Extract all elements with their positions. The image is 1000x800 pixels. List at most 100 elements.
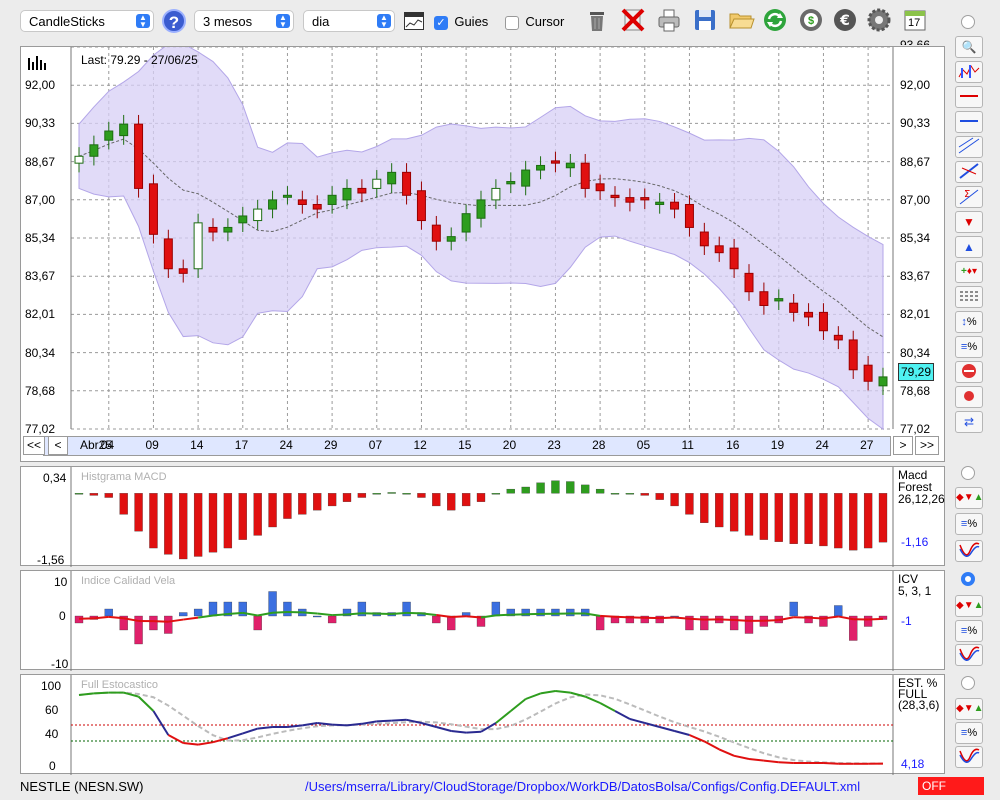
stochastic-panel[interactable]: Full Estocastico EST. % FULL (28,3,6) 4,… — [20, 674, 945, 775]
icv-y-top: 10 — [54, 575, 68, 589]
guides-checkbox[interactable]: ✓ Guies — [434, 14, 488, 30]
macd-y-top: 0,34 — [43, 471, 67, 485]
icv-bar — [313, 615, 322, 618]
oscillator-icon[interactable] — [955, 746, 983, 768]
candle-type-icon[interactable] — [955, 61, 983, 83]
oscillator-icon[interactable] — [955, 540, 983, 562]
candle — [729, 247, 739, 270]
period-select[interactable]: 3 mesos ▲ ▼ — [194, 10, 294, 32]
icv-line-segment — [227, 611, 243, 615]
channel-icon[interactable] — [955, 136, 983, 158]
arrow-down-red-icon[interactable]: ▼ — [955, 211, 983, 233]
print-icon[interactable] — [655, 6, 683, 34]
candle — [684, 203, 694, 228]
checkbox-checked-icon: ✓ — [434, 15, 448, 30]
folder-open-icon[interactable] — [727, 6, 755, 34]
stochastic-line-segment — [525, 692, 541, 700]
arrow-up-blue-icon[interactable]: ▲ — [955, 236, 983, 258]
stochastic-line-segment — [733, 754, 750, 760]
candle — [134, 123, 144, 189]
euro-icon[interactable]: € — [831, 6, 859, 34]
stochastic-line-segment — [137, 695, 155, 712]
help-icon[interactable]: ? — [162, 9, 186, 33]
macd-bar — [134, 493, 143, 532]
macd-bar — [298, 493, 307, 515]
icv-line-segment — [674, 616, 690, 620]
ticker-label: NESTLE (NESN.SW) — [20, 779, 144, 794]
horizontal-line-blue-icon[interactable] — [955, 111, 983, 133]
macd-bar — [789, 493, 798, 544]
candle — [74, 155, 84, 164]
percent-lines-icon[interactable]: ≡% — [955, 336, 983, 358]
macd-panel[interactable]: Histgrama MACD 0,34 -1,56 Macd Forest 26… — [20, 466, 945, 567]
checkbox-unchecked-icon — [505, 15, 519, 30]
trash-icon[interactable] — [583, 6, 611, 34]
oscillator-icon[interactable] — [955, 644, 983, 666]
icv-bar — [566, 608, 575, 617]
off-toggle[interactable]: OFF — [918, 777, 984, 795]
nav-first-button[interactable]: << — [23, 436, 45, 455]
percent-lines-icon[interactable]: ≡% — [955, 722, 983, 744]
zoom-icon[interactable]: 🔍 — [955, 36, 983, 58]
cursor-label: Cursor — [525, 14, 565, 29]
signal-arrows-icon[interactable]: ◆▼▲ — [955, 698, 984, 720]
macd-bar — [655, 493, 664, 500]
candle — [863, 364, 873, 382]
sigma-icon[interactable]: Σ — [955, 186, 983, 208]
stochastic-line-segment — [555, 690, 571, 694]
save-icon[interactable] — [691, 6, 719, 34]
chart-window-icon[interactable] — [404, 12, 424, 30]
stochastic-line-segment — [302, 722, 318, 727]
price-y-tick: 83,67 — [25, 269, 56, 284]
interval-select[interactable]: dia ▲ ▼ — [303, 10, 395, 32]
signal-arrows-icon[interactable]: ◆▼▲ — [955, 595, 984, 617]
macd-bar — [595, 488, 605, 494]
calendar-icon[interactable]: 17 — [901, 6, 929, 34]
gear-icon[interactable] — [865, 6, 893, 34]
sync-icon[interactable]: ⇄ — [955, 411, 983, 433]
icv-bar — [283, 601, 292, 617]
chart-type-select[interactable]: CandleSticks ▲ ▼ — [20, 10, 154, 32]
candle — [521, 169, 531, 187]
macd-bar — [566, 481, 575, 494]
cursor-checkbox[interactable]: Cursor — [505, 14, 564, 30]
percent-range-icon[interactable]: ↕% — [955, 311, 983, 333]
no-entry-icon[interactable] — [955, 361, 983, 383]
percent-lines-icon[interactable]: ≡% — [955, 620, 983, 642]
price-chart-panel[interactable]: Last: 79.29 - 27/06/25 79,29 93,66 92,00 9… — [20, 38, 945, 462]
icv-radio[interactable] — [961, 572, 975, 586]
x-axis-tick: 20 — [502, 438, 517, 452]
refresh-icon[interactable] — [761, 6, 789, 34]
main-radio[interactable] — [961, 15, 975, 29]
dollar-sync-icon[interactable]: $ — [797, 6, 825, 34]
icv-bar — [744, 615, 754, 634]
nav-prev-button[interactable]: < — [48, 436, 68, 455]
percent-lines-icon[interactable]: ≡% — [955, 513, 983, 535]
dashed-lines-icon[interactable] — [955, 286, 983, 308]
svg-text:$: $ — [808, 15, 814, 27]
trend-line-icon[interactable] — [955, 161, 983, 183]
macd-bar — [640, 493, 649, 496]
macd-bar — [119, 493, 128, 515]
macd-radio[interactable] — [961, 466, 975, 480]
nav-next-button[interactable]: > — [893, 436, 913, 455]
candle — [491, 187, 501, 201]
nav-last-button[interactable]: >> — [915, 436, 939, 455]
add-signal-icon[interactable]: +♦▾ — [955, 261, 983, 283]
icv-line-segment — [183, 616, 199, 621]
delete-icon[interactable] — [619, 6, 647, 34]
horizontal-line-red-icon[interactable] — [955, 86, 983, 108]
record-icon[interactable] — [955, 386, 983, 408]
icv-panel[interactable]: Indice Calidad Vela 10 0 -10 ICV 5, 3, 1… — [20, 570, 945, 671]
stochastic-radio[interactable] — [961, 676, 975, 690]
stochastic-line-segment — [242, 727, 258, 735]
signal-arrows-icon[interactable]: ◆▼▲ — [955, 487, 984, 509]
price-y-tick: 80,34 — [25, 345, 56, 360]
macd-bar — [283, 493, 292, 519]
icv-params: 5, 3, 1 — [898, 584, 932, 598]
price-y-tick: 88,67 — [25, 154, 56, 169]
icv-bar — [789, 601, 798, 617]
candle — [506, 181, 516, 185]
candle — [312, 203, 322, 210]
config-path-link[interactable]: /Users/mserra/Library/CloudStorage/Dropb… — [305, 779, 860, 794]
